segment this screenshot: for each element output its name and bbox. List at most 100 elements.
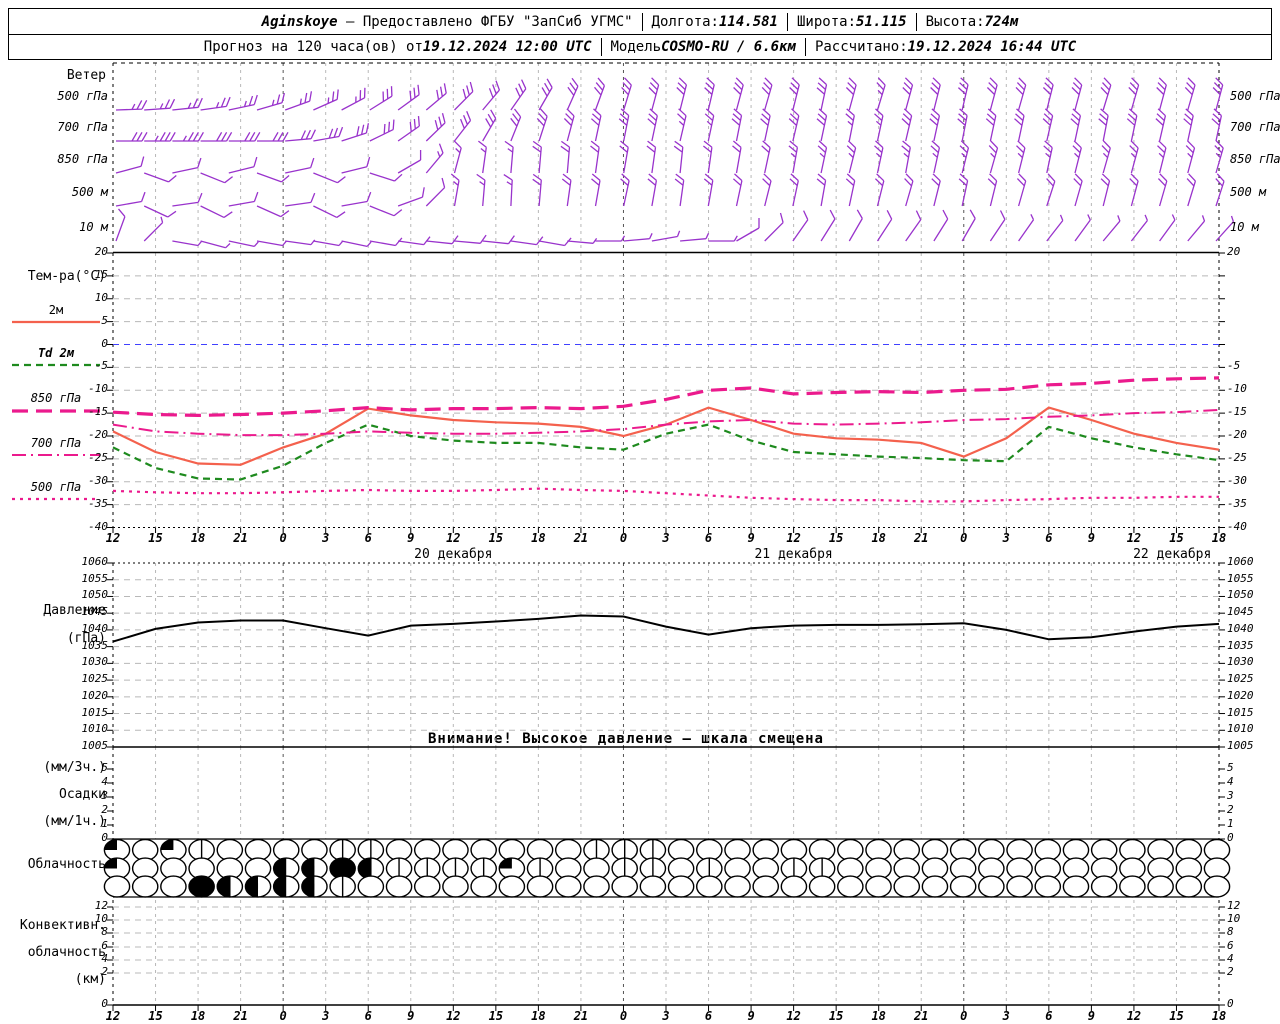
bottom-hour-label: 6 bbox=[364, 1009, 372, 1023]
temp-ytick-left: -20 bbox=[88, 428, 108, 441]
wind-barb bbox=[680, 233, 710, 242]
cloud-cover-symbol bbox=[526, 875, 554, 898]
temp-hour-label: 18 bbox=[190, 531, 206, 545]
wind-barb bbox=[708, 235, 738, 242]
cloud-cover-symbol bbox=[752, 875, 780, 898]
wind-barb bbox=[1183, 108, 1194, 142]
cloud-cover-symbol bbox=[667, 838, 695, 862]
wind-barb bbox=[115, 208, 126, 242]
cloud-cover-symbol bbox=[385, 838, 413, 862]
cloud-cover-symbol bbox=[949, 875, 977, 898]
wind-barb bbox=[732, 140, 742, 174]
wind-barb bbox=[591, 173, 601, 207]
wind-barb bbox=[704, 77, 715, 111]
temp-hour-label: 15 bbox=[148, 531, 163, 545]
cloud-cover-symbol bbox=[1062, 875, 1090, 898]
wind-barb bbox=[760, 108, 771, 142]
pressure-ytick-right: 1010 bbox=[1227, 722, 1254, 736]
date-label: 20 декабря bbox=[414, 547, 493, 562]
bottom-hour-label: 0 bbox=[619, 1009, 628, 1023]
wind-barb bbox=[789, 77, 800, 111]
cloud-cover-symbol bbox=[385, 875, 413, 898]
cloud-cover-symbol bbox=[1119, 838, 1146, 862]
wind-barb bbox=[341, 156, 371, 174]
wind-barb bbox=[454, 234, 487, 244]
wind-barb bbox=[538, 78, 553, 111]
wind-barb bbox=[482, 235, 515, 245]
bottom-hour-label: 3 bbox=[662, 1009, 670, 1023]
cloud-half-fill bbox=[217, 876, 230, 897]
wind-barb bbox=[1185, 140, 1196, 174]
wind-barb bbox=[538, 237, 572, 247]
wind-barb bbox=[1015, 77, 1027, 111]
wind-barb bbox=[676, 77, 688, 111]
wind-barb bbox=[620, 173, 630, 207]
wind-level-label-left: 500 м bbox=[71, 185, 108, 199]
wind-barb bbox=[116, 131, 148, 142]
wind-barb bbox=[144, 131, 176, 142]
cloud-quarter-fill bbox=[499, 858, 512, 869]
wind-barb bbox=[369, 205, 403, 217]
wind-barb bbox=[901, 140, 911, 174]
temp-hour-label: 21 bbox=[913, 531, 929, 545]
conv-ytick-right: 6 bbox=[1227, 939, 1234, 952]
wind-barb bbox=[566, 77, 579, 111]
wind-barb bbox=[256, 240, 287, 247]
cloud-cover-symbol bbox=[1034, 875, 1062, 898]
conv-ytick-right: 12 bbox=[1227, 899, 1241, 912]
wind-barb bbox=[929, 108, 941, 142]
wind-level-label-left: 700 гПа bbox=[57, 120, 108, 134]
bottom-hour-label: 3 bbox=[322, 1009, 330, 1023]
bottom-hour-label: 0 bbox=[279, 1009, 287, 1023]
wind-barb bbox=[761, 140, 771, 174]
wind-barb bbox=[590, 140, 600, 174]
pressure-ytick-right: 1025 bbox=[1227, 672, 1254, 686]
cloud-cover-symbol bbox=[752, 838, 780, 862]
wind-barb bbox=[256, 92, 286, 111]
wind-barb bbox=[510, 79, 527, 111]
wind-barb bbox=[985, 108, 997, 142]
wind-barb bbox=[510, 108, 522, 142]
cloud-cover-symbol bbox=[639, 875, 667, 898]
bottom-hour-label: 15 bbox=[1169, 1009, 1184, 1023]
cloud-cover-symbol bbox=[413, 838, 441, 862]
wind-barb bbox=[398, 236, 431, 246]
temp-hour-label: 15 bbox=[1169, 531, 1184, 545]
wind-barb bbox=[1156, 77, 1167, 111]
wind-barb bbox=[1016, 140, 1026, 174]
cloud-cover-symbol bbox=[1090, 838, 1118, 862]
pressure-ytick-right: 1045 bbox=[1227, 605, 1254, 619]
wind-barb bbox=[904, 173, 914, 207]
cloud-cover-symbol bbox=[554, 838, 582, 862]
bottom-hour-label: 12 bbox=[105, 1009, 121, 1023]
wind-barb bbox=[482, 109, 497, 142]
wind-barb bbox=[200, 240, 231, 249]
wind-barb bbox=[848, 209, 863, 242]
wind-barb bbox=[482, 80, 501, 111]
precip-ytick-left: 0 bbox=[101, 831, 108, 844]
wind-barb bbox=[504, 140, 514, 174]
wind-level-label-left: 850 гПа bbox=[57, 152, 108, 166]
cloud-cover-symbol bbox=[893, 875, 921, 898]
wind-barb bbox=[425, 143, 444, 174]
wind-barb bbox=[905, 210, 922, 242]
wind-barb bbox=[172, 131, 204, 142]
wind-barb bbox=[957, 108, 968, 142]
conv-ytick-right: 8 bbox=[1227, 925, 1234, 938]
cloud-cover-symbol bbox=[188, 875, 215, 898]
wind-barb bbox=[987, 173, 998, 207]
wind-barb bbox=[1074, 214, 1091, 242]
pressure-ytick-left: 1010 bbox=[81, 722, 109, 736]
temp-hour-label: 15 bbox=[488, 531, 504, 545]
wind-barb bbox=[1215, 173, 1225, 207]
wind-level-label-right: 500 гПа bbox=[1230, 89, 1280, 103]
wind-barb bbox=[313, 240, 344, 247]
wind-barb bbox=[989, 210, 1006, 242]
wind-barb bbox=[567, 238, 598, 244]
wind-barb bbox=[369, 237, 403, 247]
cloud-cover-symbol bbox=[780, 838, 808, 862]
temp-ytick-left: 5 bbox=[101, 313, 108, 327]
precip-ytick-left: 3 bbox=[101, 789, 108, 802]
wind-barb bbox=[228, 94, 258, 111]
wind-barb bbox=[503, 174, 513, 207]
